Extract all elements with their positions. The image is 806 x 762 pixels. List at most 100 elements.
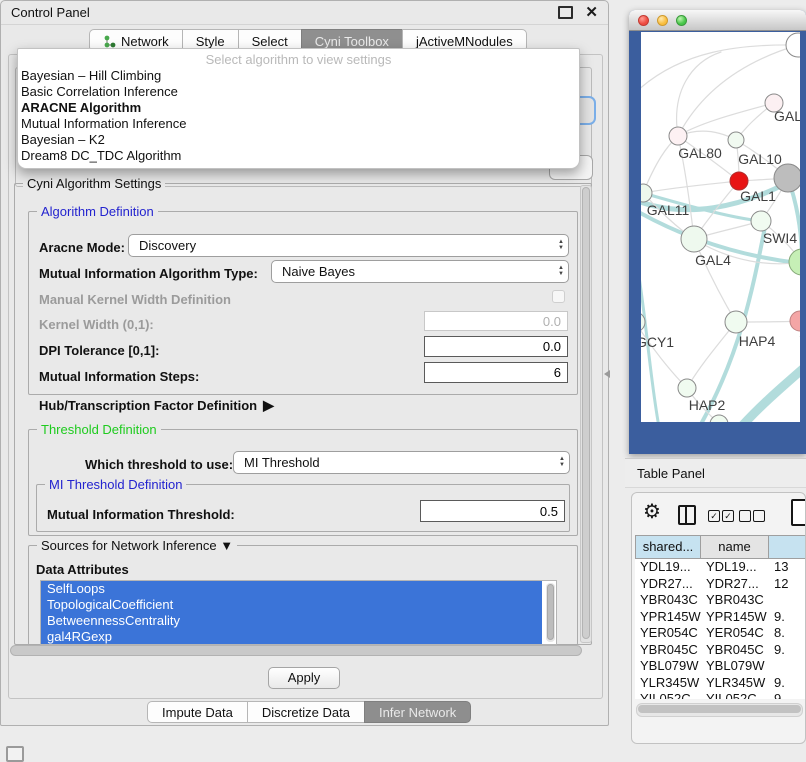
mi-threshold-field[interactable] [420, 500, 565, 522]
settings-vertical-scrollbar[interactable] [580, 185, 592, 643]
network-edge[interactable] [687, 322, 736, 388]
splitter-collapse-icon[interactable] [604, 370, 610, 378]
list-item-selfloops[interactable]: SelfLoops [41, 581, 542, 597]
table-cell: 9 [769, 691, 806, 699]
mi-steps-field[interactable] [424, 362, 568, 383]
dpi-tolerance-field[interactable] [424, 336, 568, 357]
table-horizontal-scrollbar[interactable] [636, 703, 803, 717]
list-scrollbar[interactable] [546, 583, 555, 642]
table-row[interactable]: YDR27...YDR27...12 [635, 576, 806, 593]
table-row[interactable]: YLR345WYLR345W9. [635, 675, 806, 692]
tab-infer-network[interactable]: Infer Network [364, 701, 471, 723]
table-cell: 9. [769, 609, 806, 626]
algorithm-definition-title: Algorithm Definition [37, 204, 158, 219]
columns-icon[interactable] [678, 505, 696, 525]
network-node-gal4[interactable] [681, 226, 707, 252]
table-row[interactable]: YIL052CYIL052C9 [635, 691, 806, 699]
apply-button[interactable]: Apply [268, 667, 340, 689]
list-item-topologicalcoefficient[interactable]: TopologicalCoefficient [41, 597, 542, 613]
which-threshold-value: MI Threshold [244, 455, 320, 470]
network-node-hap4[interactable] [725, 311, 747, 333]
mac-close-button[interactable] [638, 15, 649, 26]
document-icon[interactable] [791, 499, 806, 526]
data-attributes-label: Data Attributes [36, 562, 129, 577]
manual-kernel-label: Manual Kernel Width Definition [39, 292, 231, 307]
aracne-mode-label: Aracne Mode: [39, 240, 125, 255]
network-node-gal11[interactable] [641, 184, 652, 202]
mi-steps-label: Mutual Information Steps: [39, 369, 199, 384]
network-canvas[interactable]: GALGAL80GAL10GAL1GAL11SWI4GAL4GCY1HAP4YH… [641, 32, 800, 422]
dropdown-item-basic-correlation-inference[interactable]: Basic Correlation Inference [18, 84, 579, 100]
table-row[interactable]: YBR045CYBR045C9. [635, 642, 806, 659]
float-window-icon[interactable] [558, 6, 573, 19]
checked-checkbox-icon[interactable]: ✓ [722, 510, 734, 522]
gear-icon[interactable]: ⚙ [643, 501, 661, 523]
manual-kernel-checkbox[interactable] [552, 290, 565, 303]
dropdown-item-bayesian-k2[interactable]: Bayesian – K2 [18, 132, 579, 148]
table-row[interactable]: YBL079WYBL079W [635, 658, 806, 675]
control-panel-titlebar: Control Panel ✕ [1, 1, 608, 25]
table-cell: YDL19... [701, 559, 769, 576]
mac-zoom-button[interactable] [676, 15, 687, 26]
table-cell: YDR27... [701, 576, 769, 593]
table-cell: YER054C [701, 625, 769, 642]
network-node[interactable] [786, 33, 800, 57]
table-row[interactable]: YDL19...YDL19...13 [635, 559, 806, 576]
table-cell: 9. [769, 675, 806, 692]
dropdown-item-aracne-algorithm[interactable]: ARACNE Algorithm [18, 100, 579, 116]
network-node-swi4[interactable] [751, 211, 771, 231]
which-threshold-select[interactable]: MI Threshold ▲▼ [233, 451, 570, 474]
tab-impute-data[interactable]: Impute Data [147, 701, 247, 723]
mi-threshold-label: Mutual Information Threshold: [47, 507, 235, 522]
table-row[interactable]: YBR043CYBR043C [635, 592, 806, 609]
table-cell: YLR345W [701, 675, 769, 692]
network-edge[interactable] [677, 52, 721, 136]
column-header-name[interactable]: name [701, 535, 769, 559]
tab-discretize-data[interactable]: Discretize Data [247, 701, 364, 723]
dropdown-placeholder: Select algorithm to view settings [18, 52, 579, 68]
network-node-gal80[interactable] [669, 127, 687, 145]
network-node-gal10[interactable] [728, 132, 744, 148]
cyni-bottom-tab-bar: Impute DataDiscretize DataInfer Network [147, 701, 471, 723]
dropdown-item-bayesian-hill-climbing[interactable]: Bayesian – Hill Climbing [18, 68, 579, 84]
kernel-width-field[interactable] [424, 311, 568, 331]
table-cell: YDL19... [635, 559, 701, 576]
settings-horizontal-scrollbar[interactable] [10, 645, 582, 657]
network-edge[interactable] [678, 103, 774, 136]
aracne-mode-value: Discovery [139, 238, 196, 253]
hub-definition-expander[interactable]: Hub/Transcription Factor Definition▶ [39, 397, 274, 414]
network-edge[interactable] [643, 136, 678, 193]
network-node-y[interactable] [790, 311, 800, 331]
dropdown-item-mutual-information-inference[interactable]: Mutual Information Inference [18, 116, 579, 132]
network-node[interactable] [710, 415, 728, 422]
collapsed-panel-icon[interactable] [6, 746, 24, 762]
table-row[interactable]: YER054CYER054C8. [635, 625, 806, 642]
list-item-betweennesscentrality[interactable]: BetweennessCentrality [41, 613, 542, 629]
table-row[interactable]: YPR145WYPR145W9. [635, 609, 806, 626]
sources-group-title[interactable]: Sources for Network Inference ▼ [37, 538, 237, 553]
spinner-arrows-icon: ▲▼ [559, 457, 565, 468]
node-label-gal80: GAL80 [678, 145, 722, 161]
list-item-gal4rgexp[interactable]: gal4RGexp [41, 629, 542, 645]
column-header-shared[interactable]: shared... [635, 535, 701, 559]
node-attribute-table: shared...name YDL19...YDL19...13YDR27...… [635, 535, 806, 699]
table-cell: YDR27... [635, 576, 701, 593]
mi-type-select[interactable]: Naive Bayes ▲▼ [271, 260, 569, 283]
column-header-hidden[interactable] [769, 535, 806, 559]
aracne-mode-select[interactable]: Discovery ▲▼ [128, 234, 569, 257]
network-node[interactable] [789, 249, 800, 275]
network-edge[interactable] [643, 181, 739, 193]
unchecked-checkbox-icon[interactable] [739, 510, 751, 522]
table-cell [769, 658, 806, 675]
settings-group-title: Cyni Algorithm Settings [23, 176, 165, 191]
close-icon[interactable]: ✕ [585, 7, 598, 19]
network-edge-highlighted[interactable] [735, 360, 800, 422]
dropdown-item-dream8-dc-tdc-algorithm[interactable]: Dream8 DC_TDC Algorithm [18, 148, 579, 164]
network-node[interactable] [774, 164, 800, 192]
unchecked-checkbox-icon[interactable] [753, 510, 765, 522]
data-attributes-list[interactable]: SelfLoopsTopologicalCoefficientBetweenne… [40, 580, 557, 645]
checked-checkbox-icon[interactable]: ✓ [708, 510, 720, 522]
tab-label: Cyni Toolbox [315, 34, 389, 49]
network-node-hap2[interactable] [678, 379, 696, 397]
mac-minimize-button[interactable] [657, 15, 668, 26]
